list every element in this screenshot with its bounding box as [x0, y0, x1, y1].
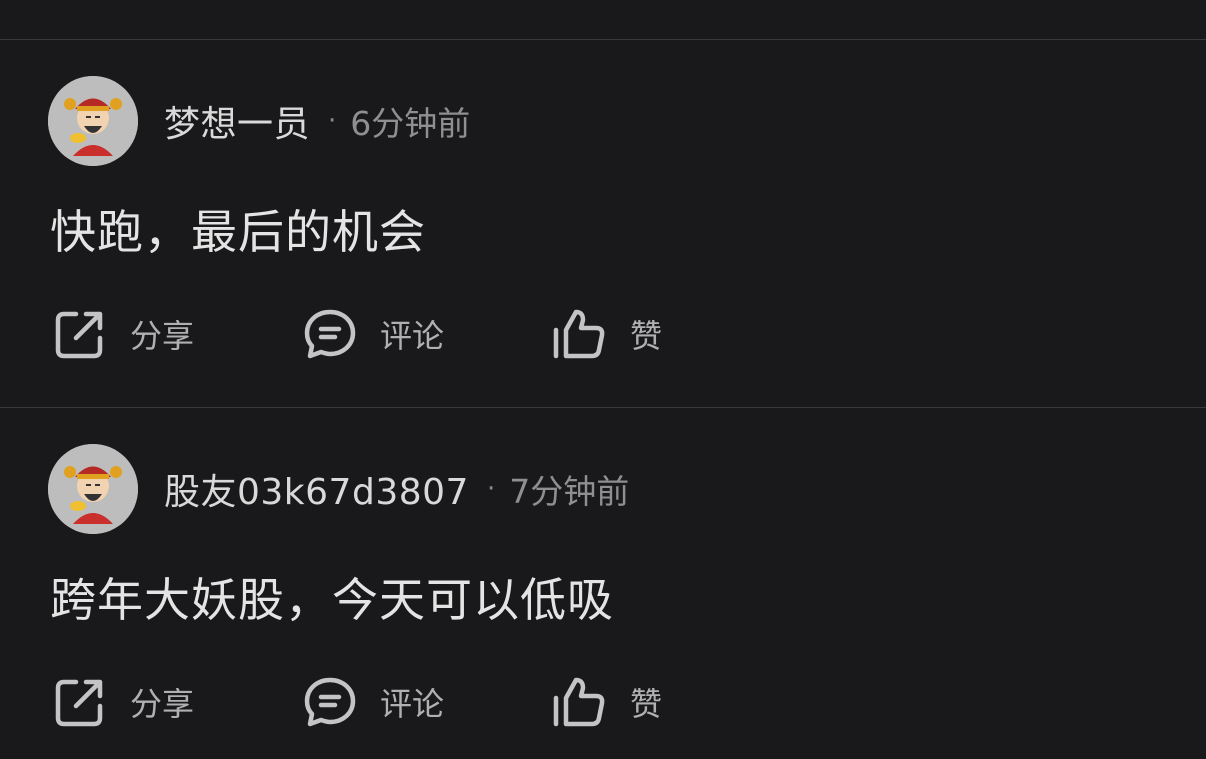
like-label: 赞	[630, 317, 663, 355]
post-header: 股友03k67d3807 · 7分钟前	[48, 444, 629, 534]
avatar[interactable]	[48, 444, 138, 534]
comment-icon	[304, 677, 356, 727]
timestamp: 7分钟前	[509, 472, 630, 511]
post-header: 梦想一员 · 6分钟前	[48, 76, 470, 166]
share-icon	[55, 679, 103, 727]
share-label: 分享	[130, 685, 195, 723]
thumbs-up-icon	[553, 677, 605, 727]
separator-dot: ·	[486, 474, 496, 504]
comment-label: 评论	[380, 685, 445, 723]
fortune-god-avatar-icon	[48, 76, 138, 166]
username[interactable]: 股友03k67d3807	[164, 463, 469, 515]
timestamp: 6分钟前	[350, 104, 471, 143]
action-bar: 分享 评论 赞	[52, 672, 662, 732]
thumbs-up-icon	[553, 309, 605, 359]
avatar[interactable]	[48, 76, 138, 166]
like-button[interactable]: 赞	[552, 674, 662, 730]
divider	[0, 39, 1206, 40]
separator-dot: ·	[328, 106, 337, 136]
comment-button[interactable]: 评论	[302, 674, 552, 730]
share-label: 分享	[130, 317, 195, 355]
username[interactable]: 梦想一员	[164, 95, 310, 147]
comment-icon	[304, 309, 356, 359]
share-icon	[55, 311, 103, 359]
divider	[0, 407, 1206, 408]
comment-button[interactable]: 评论	[302, 306, 552, 362]
comment-label: 评论	[380, 317, 445, 355]
post-content[interactable]: 跨年大妖股，今天可以低吸	[50, 564, 614, 630]
comment-feed: 梦想一员 · 6分钟前 快跑，最后的机会 分享 评论 赞 股友03k67d380…	[0, 0, 1206, 759]
post-content[interactable]: 快跑，最后的机会	[50, 196, 426, 262]
like-label: 赞	[630, 685, 663, 723]
like-button[interactable]: 赞	[552, 306, 662, 362]
share-button[interactable]: 分享	[52, 674, 302, 730]
fortune-god-avatar-icon	[48, 444, 138, 534]
share-button[interactable]: 分享	[52, 306, 302, 362]
action-bar: 分享 评论 赞	[52, 304, 662, 364]
